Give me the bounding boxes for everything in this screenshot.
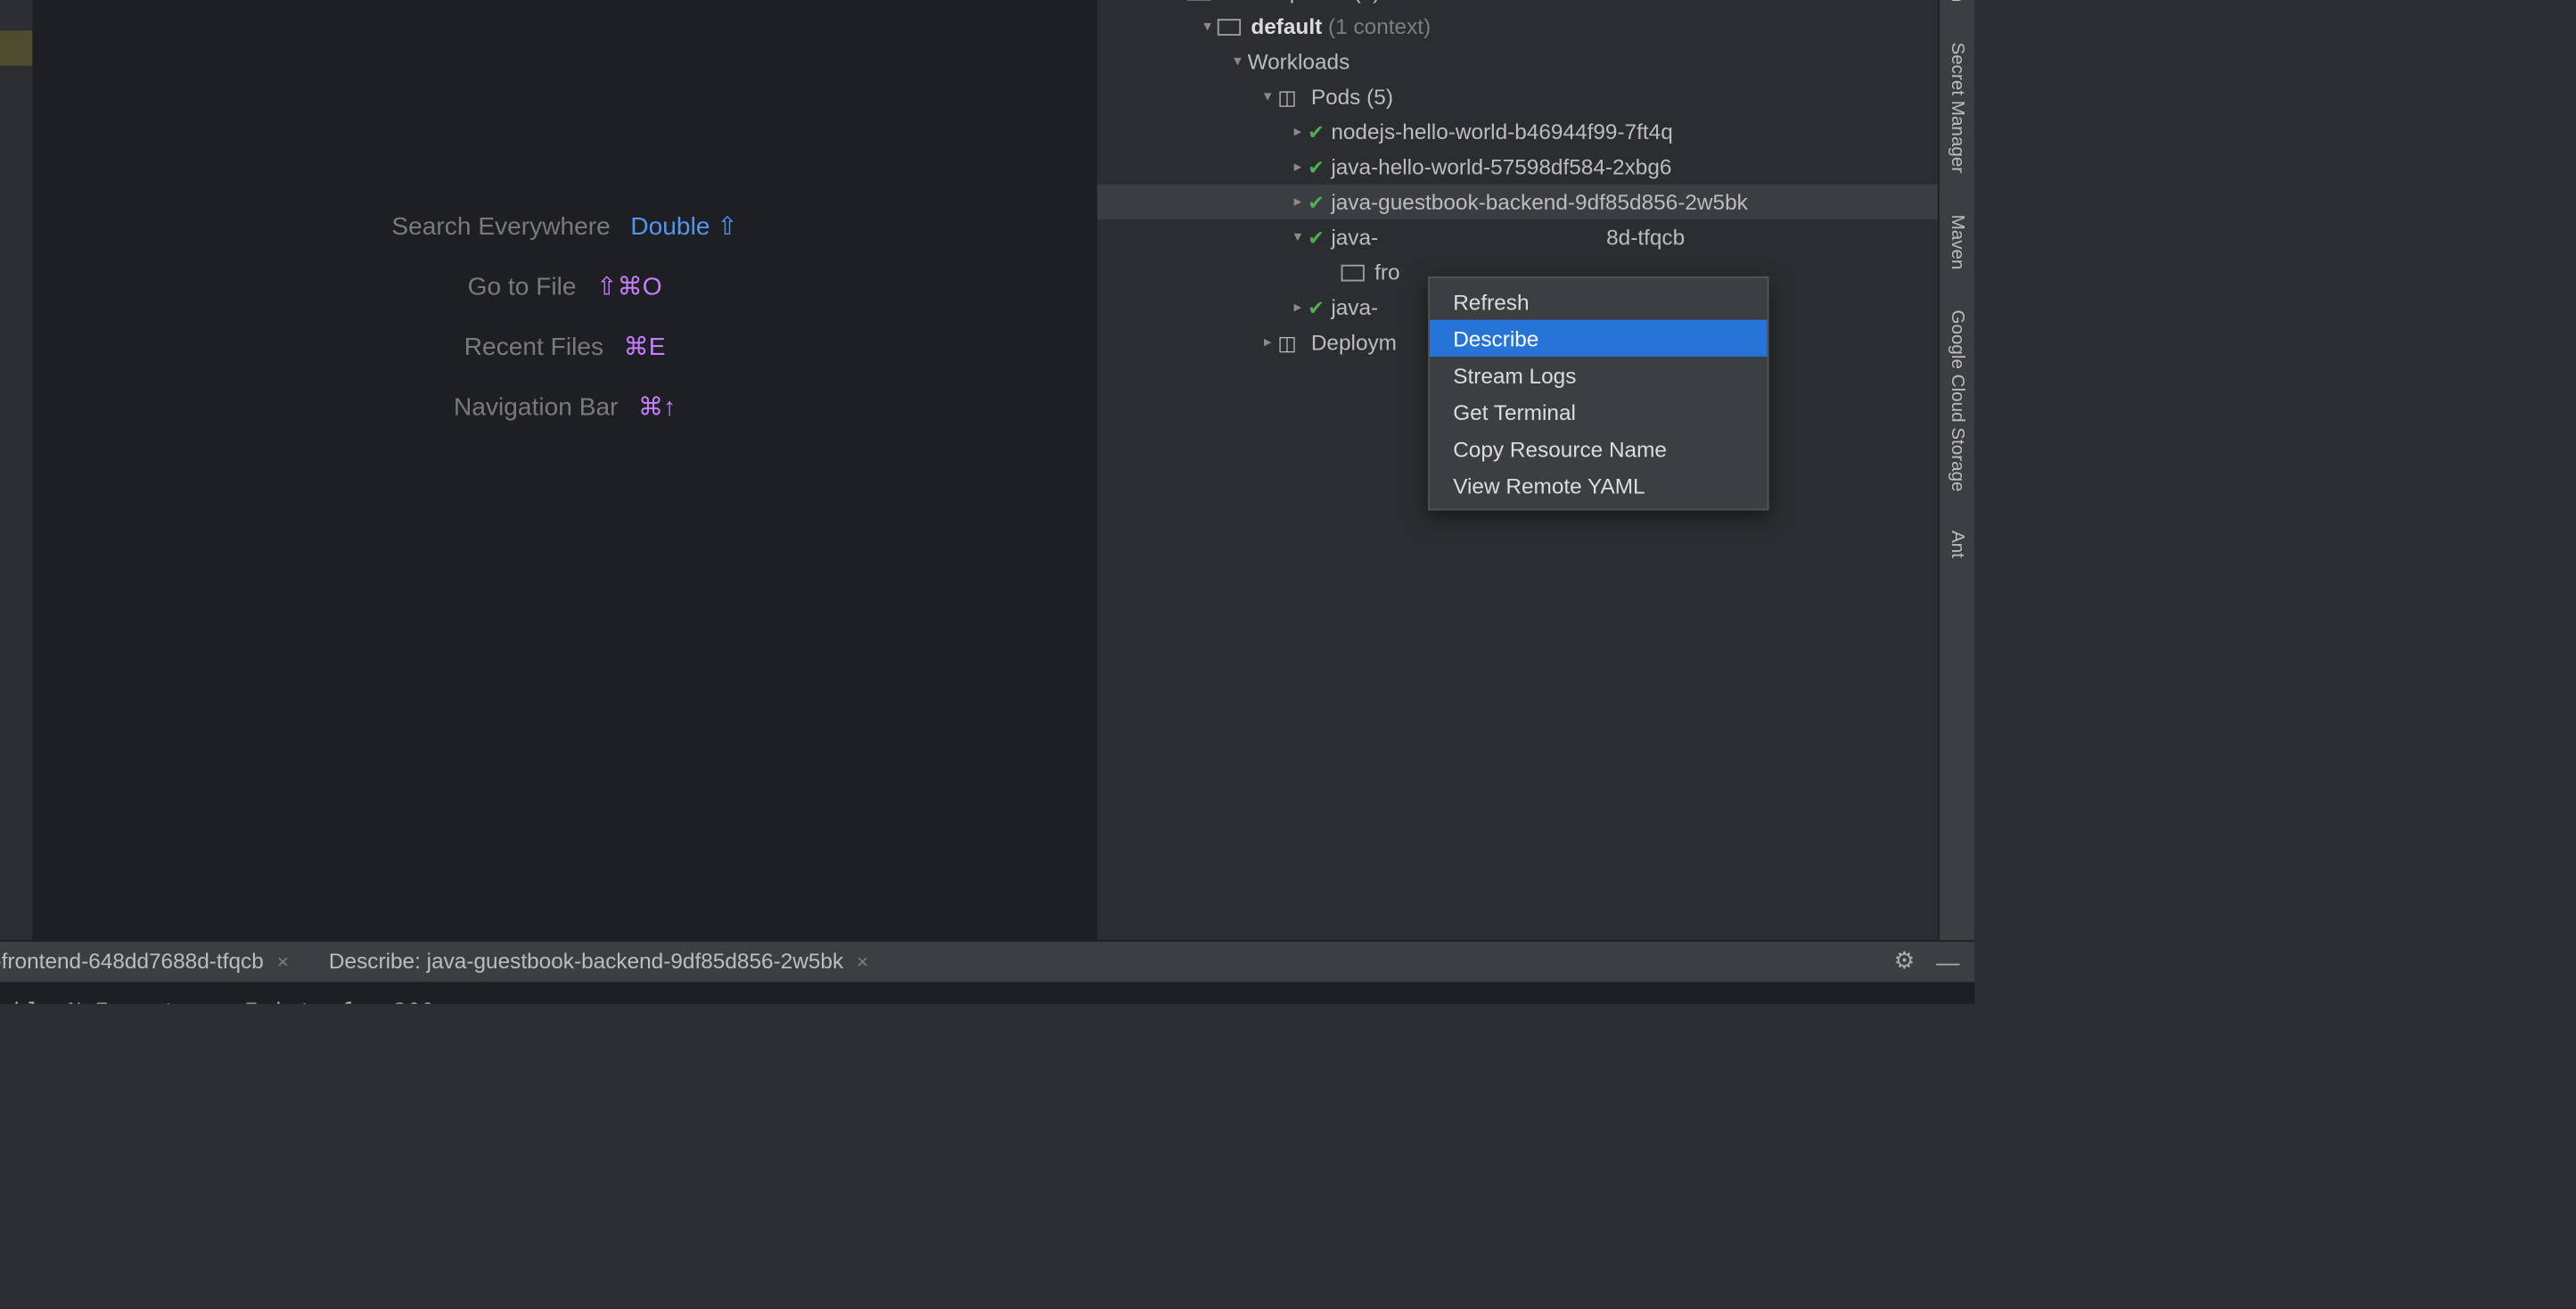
container-name: fro [1374,259,1399,284]
hide-icon[interactable]: — [1934,948,1961,975]
expand-arrow[interactable] [1288,298,1309,317]
expand-arrow[interactable] [1168,0,1188,1]
check-icon: ✔ [1308,226,1331,249]
workloads-label: Workloads [1248,49,1350,74]
check-icon: ✔ [1308,190,1331,213]
menu-item-copy-resource-name[interactable]: Copy Resource Name [1430,430,1768,466]
namespace-name: default [1251,14,1322,39]
pods-node[interactable]: ◫ Pods (5) [1097,79,1938,114]
expand-arrow[interactable] [1288,158,1309,177]
expand-arrow[interactable] [1288,122,1309,141]
check-icon: ✔ [1308,296,1331,319]
editor-empty-state: Search Everywhere Double ⇧ Go to File ⇧⌘… [34,0,1095,940]
pod-node[interactable]: ✔java-guestbook-backend-9df85d856-2w5bk [1097,185,1938,219]
tip-nav-bar: Navigation Bar [454,393,618,422]
namespaces-label: Namespaces (4) [1221,0,1381,4]
pod-context-menu: RefreshDescribeStream LogsGet TerminalCo… [1428,276,1769,511]
deployments-icon: ◫ [1277,331,1300,354]
expand-arrow[interactable] [1288,228,1309,247]
pod-name: java-xxxxxxxxxxxxxxxxxxxxx8d-tfqcb [1331,225,1685,250]
console-tab-describe-backend[interactable]: Describe: java-guestbook-backend-9df85d8… [308,942,888,983]
expand-arrow[interactable] [1288,193,1309,211]
menu-item-describe[interactable]: Describe [1430,320,1768,357]
namespaces-node[interactable]: Namespaces (4) [1097,0,1938,9]
gear-icon[interactable]: ⚙ [1891,948,1917,975]
pod-node[interactable]: ✔nodejs-hello-world-b46944f99-7ft4q [1097,114,1938,149]
check-icon: ✔ [1308,120,1331,144]
tool-stripe-ant[interactable]: Ant [1947,531,1967,559]
pod-name: nodejs-hello-world-b46944f99-7ft4q [1331,119,1672,144]
console-tab-bar: Kubernetes Explorer Console: Describe: j… [0,940,1974,984]
console-tab-describe-frontend[interactable]: Describe: java-guestbook-frontend-648dd7… [0,942,308,983]
console-output[interactable]: node.kubernetes.io/unreachable:NoExecute… [0,984,1974,1004]
close-icon[interactable]: × [277,950,289,973]
tool-stripe-google-cloud-storage[interactable]: Google Cloud Storage [1947,309,1967,491]
namespace-default[interactable]: default (1 context) [1097,9,1938,44]
kbd-goto-file: ⇧⌘O [596,272,662,302]
tip-search-everywhere: Search Everywhere [391,212,610,241]
tree-item[interactable]: checkstyle.xml [0,66,32,101]
tool-stripe-cloud-run[interactable]: Cloud Run [1947,0,1967,3]
pod-name: java-hello-world-57598df584-2xbg6 [1331,154,1671,179]
tree-item[interactable]: mvnw [0,311,32,346]
tree-item[interactable]: img [0,206,32,241]
tool-stripe-secret-manager[interactable]: Secret Manager [1947,43,1967,174]
expand-arrow[interactable] [1258,87,1278,106]
kbd-nav-bar: ⌘↑ [638,392,676,423]
pod-node[interactable]: ✔java-xxxxxxxxxxxxxxxxxxxxx8d-tfqcb [1097,219,1938,254]
kubernetes-explorer-panel: Kubernetes Explorer ⚙ — ▥ ⟳ ? + System d… [1095,0,1938,940]
tree-item[interactable]: frontend.iml [0,136,32,170]
expand-arrow[interactable] [1227,53,1248,71]
tree-item[interactable]: mvnw.cmd [0,347,32,382]
pods-icon: ◫ [1277,85,1300,108]
expand-arrow[interactable] [1258,333,1278,352]
deployments-label: Deploym [1311,330,1397,355]
tree-item[interactable]: target [0,30,32,65]
pod-node[interactable]: ✔java-hello-world-57598df584-2xbg6 [1097,149,1938,184]
kube-tree[interactable]: ⛬ Cluster Explorer cloud-code-minikube (… [1097,0,1938,940]
menu-item-view-remote-yaml[interactable]: View Remote YAML [1430,467,1768,504]
menu-item-stream-logs[interactable]: Stream Logs [1430,357,1768,393]
container-icon [1341,264,1365,281]
pod-name: java-guestbook-backend-9df85d856-2w5bk [1331,189,1748,214]
right-tool-stripe: Kubernetes ExplorerCloud RunSecret Manag… [1938,0,1974,940]
tree-item[interactable]: src [0,0,32,30]
close-icon[interactable]: × [857,950,868,973]
tree-item[interactable]: .gitignore [0,276,32,311]
expand-arrow[interactable] [1197,17,1218,36]
workloads-node[interactable]: Workloads [1097,44,1938,78]
tree-item[interactable]: kubernetes-manifests [0,242,32,276]
menu-item-get-terminal[interactable]: Get Terminal [1430,393,1768,430]
kbd-recent-files: ⌘E [624,332,666,362]
project-tool-window: ▦ Project ▾ ⊕ ⇲ ⚙ — test-guestbook [java… [0,0,34,940]
check-icon: ✔ [1308,155,1331,178]
tip-recent-files: Recent Files [464,333,603,361]
kbd-double-shift: Double ⇧ [630,211,738,242]
project-tree[interactable]: test-guestbook [java-guestbook] ~/test-g… [0,0,32,940]
tool-stripe-maven[interactable]: Maven [1947,214,1967,269]
namespace-ctx: (1 context) [1328,14,1431,39]
pods-label: Pods (5) [1311,84,1393,109]
tree-item[interactable]: Dockerfile [0,101,32,136]
tip-go-to-file: Go to File [468,273,577,301]
menu-item-refresh[interactable]: Refresh [1430,283,1768,319]
tree-item[interactable]: pom.xml [0,171,32,206]
namespace-icon [1218,18,1241,35]
